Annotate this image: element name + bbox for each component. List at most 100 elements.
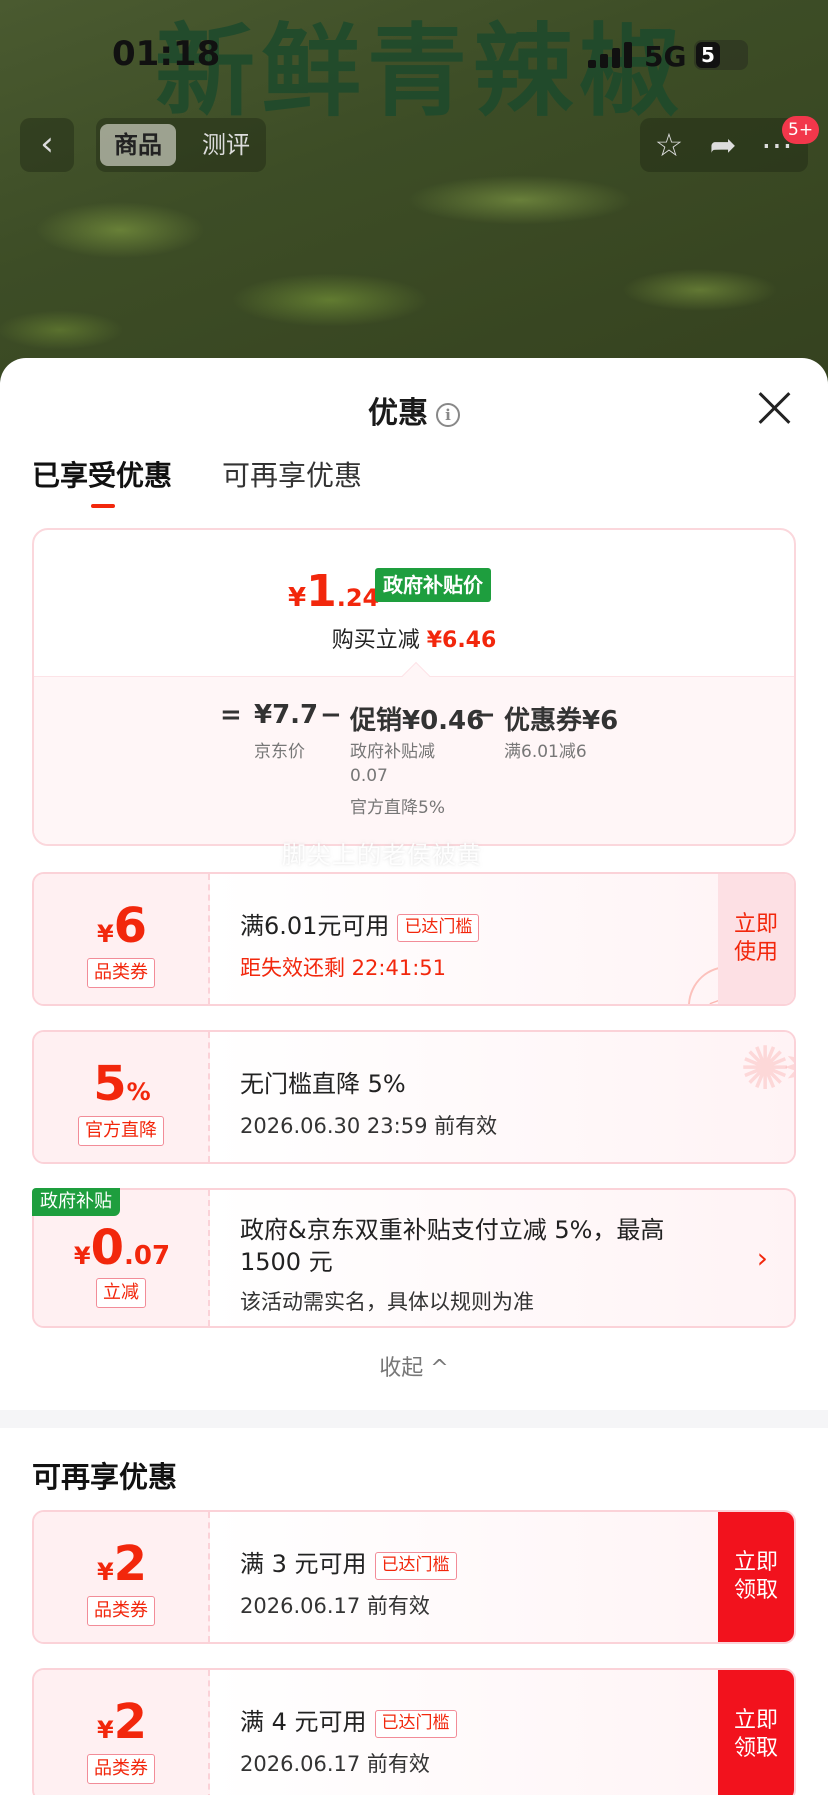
coupon-currency: ¥ [96,1716,114,1744]
coupon-left: ¥2 品类券 [34,1670,210,1795]
coupon-card: ¥6 品类券 满6.01元可用已达门槛 距失效还剩 22:41:51 已领 立即… [32,872,796,1006]
back-button[interactable]: ‹ [20,118,74,172]
coupon-left: ¥6 品类券 [34,874,210,1004]
signal-icon [588,42,632,68]
sheet-title-text: 优惠 [368,396,428,431]
discount-unit: % [126,1078,151,1106]
coupon-amount: 6 [113,898,148,954]
subsidy-amount: 0 [90,1220,125,1276]
price-summary-card: ¥1.24 政府补贴价 购买立减 ¥6.46 = ¥7.7 京东价 − 促销¥0… [32,528,796,846]
coupon-validity: 2026.06.17 前有效 [240,1752,430,1776]
coupon-title: 满6.01元可用 已达门槛 [240,906,480,942]
status-bar: 01:18 5G 5 [0,0,828,110]
info-icon[interactable]: i [436,403,460,427]
jd-price-label: 京东价 [254,742,305,762]
coupon-countdown: 距失效还剩 22:41:51 [240,956,446,980]
tab-review[interactable]: 测评 [188,124,264,166]
coupon-currency: ¥ [96,1558,114,1586]
minus-sign-2: − [474,700,496,730]
subsidy-kind: 立减 [96,1278,146,1308]
use-now-button[interactable]: 立即 使用 [718,874,794,1004]
discount-title: 无门槛直降 5% [240,1070,406,1098]
subsidy-currency: ¥ [73,1242,91,1270]
firework-decoration: ✺✹ [740,1034,794,1104]
threshold-badge: 已达门槛 [374,1552,457,1580]
discount-amount: 5 [93,1056,127,1112]
price-decimal: .24 [336,584,380,612]
reduce-line: 购买立减 ¥6.46 [34,622,794,654]
sheet-title: 优惠 i [0,388,828,432]
coupon-right: 满 4 元可用 已达门槛 2026.06.17 前有效 [210,1670,794,1795]
subsidy-title-line-2: 1500 元 [240,1248,333,1276]
battery-icon: 5 [694,40,748,70]
coupon-right: 满 3 元可用 已达门槛 2026.06.17 前有效 [210,1512,794,1642]
coupon-value: ¥2 [34,1536,210,1592]
coupon-value: ¥6 [34,898,210,954]
coupon-title-text: 满 4 元可用 [240,1708,367,1736]
coupon-kind: 品类券 [87,1754,155,1784]
gov-subsidy-card[interactable]: ¥0.07 立减 政府&京东双重补贴支付立减 5%，最高 1500 元 该活动需… [32,1188,796,1328]
star-icon[interactable]: ☆ [650,126,688,164]
coupon-detail: 满6.01减6 [504,742,587,762]
network-type: 5G [644,40,687,73]
gov-subsidy-price-tag: 政府补贴价 [375,568,491,602]
discount-sheet: 优惠 i 已享受优惠 可再享优惠 ¥1.24 政府补贴价 购买立减 ¥6.46 =… [0,358,828,1795]
discount-validity: 2026.06.30 23:59 前有效 [240,1114,498,1138]
status-time: 01:18 [112,34,221,74]
message-badge: 5+ [782,116,820,144]
coupon-value: ¥2 [34,1694,210,1750]
coupon-validity: 2026.06.17 前有效 [240,1594,430,1618]
reduce-value: ¥6.46 [426,628,497,653]
claim-now-line-1: 立即 [733,1550,778,1575]
coupon-kind: 品类券 [87,958,155,988]
claim-now-button[interactable]: 立即 领取 [718,1670,794,1795]
claim-now-button[interactable]: 立即 领取 [718,1512,794,1642]
coupon-title: 满 3 元可用 已达门槛 [240,1544,457,1580]
battery-level: 5 [696,42,720,68]
subsidy-note: 该活动需实名，具体以规则为准 [240,1290,534,1314]
collapse-button[interactable]: 收起 ^ [0,1350,828,1382]
use-now-line-1: 立即 [733,912,778,937]
price-currency: ¥ [288,583,307,613]
promo-detail-official: 官方直降5% [350,798,445,818]
section-divider [0,1410,828,1428]
coupon-amount: 优惠券¥6 [504,706,619,736]
reduce-label: 购买立减 [331,628,420,653]
gov-subsidy-corner-tag: 政府补贴 [32,1188,120,1216]
coupon-title-text: 满 3 元可用 [240,1550,367,1578]
subsidy-title-line-1: 政府&京东双重补贴支付立减 5%，最高 [240,1216,665,1244]
promo-amount: 促销¥0.46 [350,706,485,736]
claim-now-line-2: 领取 [733,1578,778,1603]
watermark: 脚尖上的老侯被黄 [282,841,482,869]
coupon-card: ¥2 品类券 满 3 元可用 已达门槛 2026.06.17 前有效 立即领取 [32,1510,796,1644]
final-price: ¥1.24 [288,566,379,617]
coupon-left: 5% 官方直降 [34,1032,210,1162]
coupon-currency: ¥ [96,920,114,948]
discount-kind: 官方直降 [78,1116,164,1146]
coupon-title: 满 4 元可用 已达门槛 [240,1702,457,1738]
tab-product[interactable]: 商品 [100,124,176,166]
coupon-right: ✺✹ 无门槛直降 5% 2026.06.30 23:59 前有效 [210,1032,794,1162]
share-icon[interactable]: ➦ [704,126,742,164]
coupon-amount: 2 [113,1536,148,1592]
official-discount-card: 5% 官方直降 ✺✹ 无门槛直降 5% 2026.06.30 23:59 前有效 [32,1030,796,1164]
subsidy-decimal: .07 [124,1241,171,1271]
coupon-right: 政府&京东双重补贴支付立减 5%，最高 1500 元 该活动需实名，具体以规则为… [210,1190,794,1326]
coupon-kind: 品类券 [87,1596,155,1626]
coupon-left: ¥2 品类券 [34,1512,210,1642]
equals-sign: = [220,700,242,730]
minus-sign-1: − [320,700,342,730]
close-button[interactable] [756,390,792,426]
tab-enjoyed[interactable]: 已享受优惠 [32,454,172,494]
nav-tabs: 商品 测评 [96,118,266,172]
coupon-title-text: 满6.01元可用 [240,912,390,940]
threshold-badge: 已达门槛 [397,914,480,942]
tab-more-available[interactable]: 可再享优惠 [222,454,362,494]
more-discounts-title: 可再享优惠 [32,1460,178,1494]
discount-value: 5% [34,1056,210,1112]
claim-now-line-2: 领取 [733,1736,778,1761]
chevron-right-icon[interactable]: › [757,1242,768,1275]
coupon-amount: 2 [113,1694,148,1750]
coupon-card: ¥2 品类券 满 4 元可用 已达门槛 2026.06.17 前有效 立即 领取 [32,1668,796,1795]
use-now-line-2: 使用 [733,940,778,965]
